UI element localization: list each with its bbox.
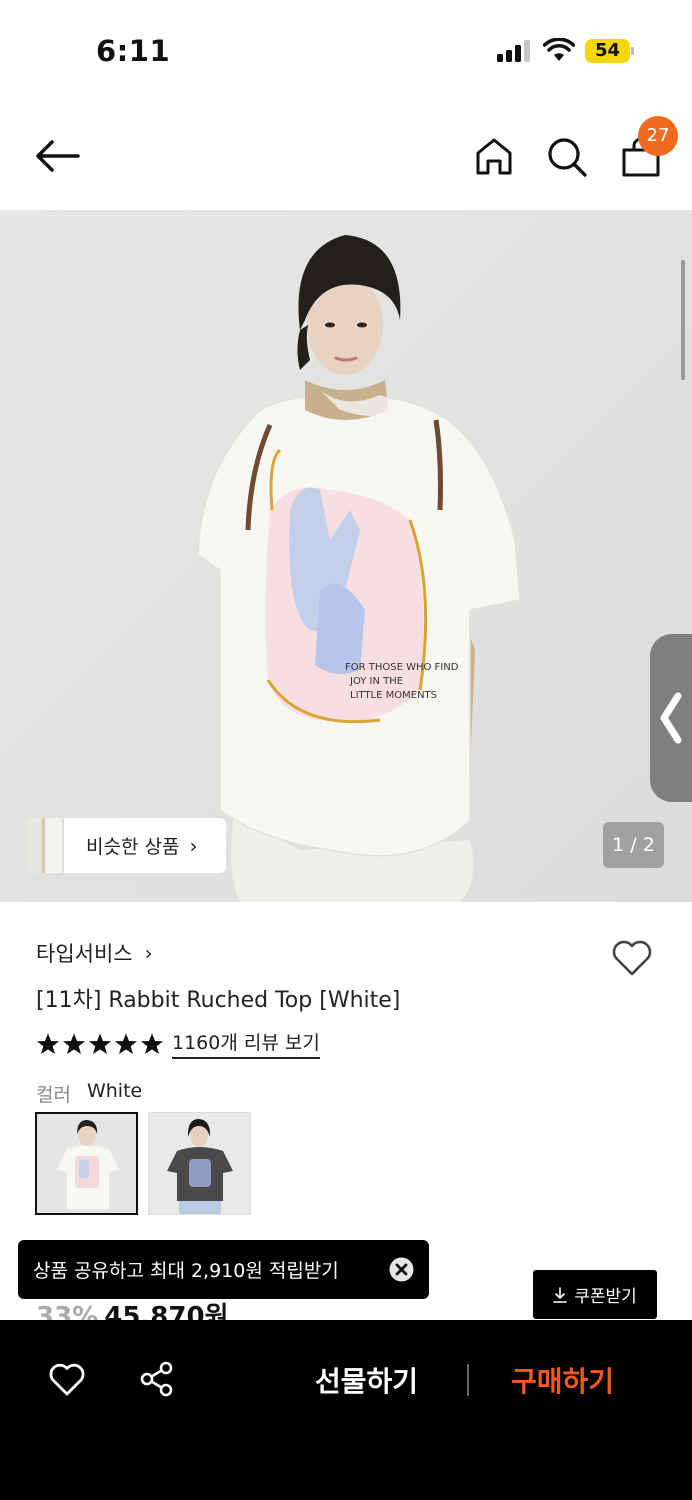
color-swatch-charcoal[interactable] <box>148 1112 251 1215</box>
color-swatch-white[interactable] <box>35 1112 138 1215</box>
buy-button[interactable]: 구매하기 <box>511 1360 614 1400</box>
similar-products-thumbnail <box>28 818 64 873</box>
chevron-left-icon <box>660 692 682 744</box>
review-link[interactable]: 1160개 리뷰 보기 <box>172 1028 320 1059</box>
cellular-signal-icon <box>497 40 530 62</box>
color-label: 컬러 <box>36 1084 71 1106</box>
star-icon <box>141 1033 163 1054</box>
rating-row: 1160개 리뷰 보기 <box>36 1028 320 1059</box>
home-icon[interactable] <box>474 136 514 176</box>
image-page-counter: 1 / 2 <box>603 822 664 868</box>
color-value: White <box>86 1080 143 1102</box>
product-title: [11차] Rabbit Ruched Top [White] <box>36 988 401 1013</box>
cart-count-badge: 27 <box>638 116 678 156</box>
charcoal-tee-thumbnail <box>149 1113 250 1214</box>
bottom-action-bar: 선물하기 구매하기 <box>0 1320 692 1500</box>
star-icon <box>63 1033 85 1054</box>
brand-link[interactable]: 타입서비스 › <box>36 938 153 968</box>
search-icon[interactable] <box>546 136 588 178</box>
coupon-button[interactable]: 쿠폰받기 <box>533 1270 657 1319</box>
similar-products-button[interactable]: 비슷한 상품 › <box>28 818 226 873</box>
share-icon[interactable] <box>138 1360 176 1398</box>
status-bar: 6:11 54 <box>0 0 692 100</box>
wishlist-heart-icon[interactable] <box>48 1360 86 1398</box>
wifi-icon <box>543 38 575 61</box>
battery-level: 54 <box>594 40 621 61</box>
battery-cap <box>631 47 634 55</box>
battery-indicator: 54 <box>585 39 635 63</box>
wishlist-heart-icon[interactable] <box>610 936 654 980</box>
scroll-indicator[interactable] <box>681 260 685 380</box>
similar-products-label: 비슷한 상품 <box>86 836 180 858</box>
status-time: 6:11 <box>96 34 171 68</box>
white-tee-thumbnail <box>37 1114 136 1213</box>
svg-text:FOR THOSE WHO FIND: FOR THOSE WHO FIND <box>345 662 459 673</box>
svg-text:LITTLE MOMENTS: LITTLE MOMENTS <box>350 690 437 701</box>
toast-text: 상품 공유하고 최대 2,910원 적립받기 <box>33 1260 339 1282</box>
star-rating <box>36 1032 164 1056</box>
top-nav <box>0 100 692 210</box>
star-icon <box>37 1033 59 1054</box>
back-arrow-icon[interactable] <box>34 136 80 176</box>
color-row: 컬러 White <box>36 1080 142 1107</box>
gift-button[interactable]: 선물하기 <box>315 1360 418 1400</box>
coupon-label: 쿠폰받기 <box>574 1287 637 1307</box>
product-image[interactable]: FOR THOSE WHO FIND JOY IN THE LITTLE MOM… <box>0 210 692 902</box>
model-photo: FOR THOSE WHO FIND JOY IN THE LITTLE MOM… <box>0 210 692 902</box>
divider <box>467 1364 469 1396</box>
close-icon[interactable] <box>389 1257 414 1282</box>
brand-name: 타입서비스 <box>36 942 133 966</box>
svg-text:JOY IN THE: JOY IN THE <box>349 676 403 687</box>
star-icon <box>89 1033 111 1054</box>
chevron-right-icon: › <box>189 833 198 858</box>
share-reward-toast: 상품 공유하고 최대 2,910원 적립받기 <box>18 1240 429 1299</box>
chevron-right-icon: › <box>144 941 153 965</box>
download-icon <box>553 1286 568 1303</box>
star-icon <box>115 1033 137 1054</box>
